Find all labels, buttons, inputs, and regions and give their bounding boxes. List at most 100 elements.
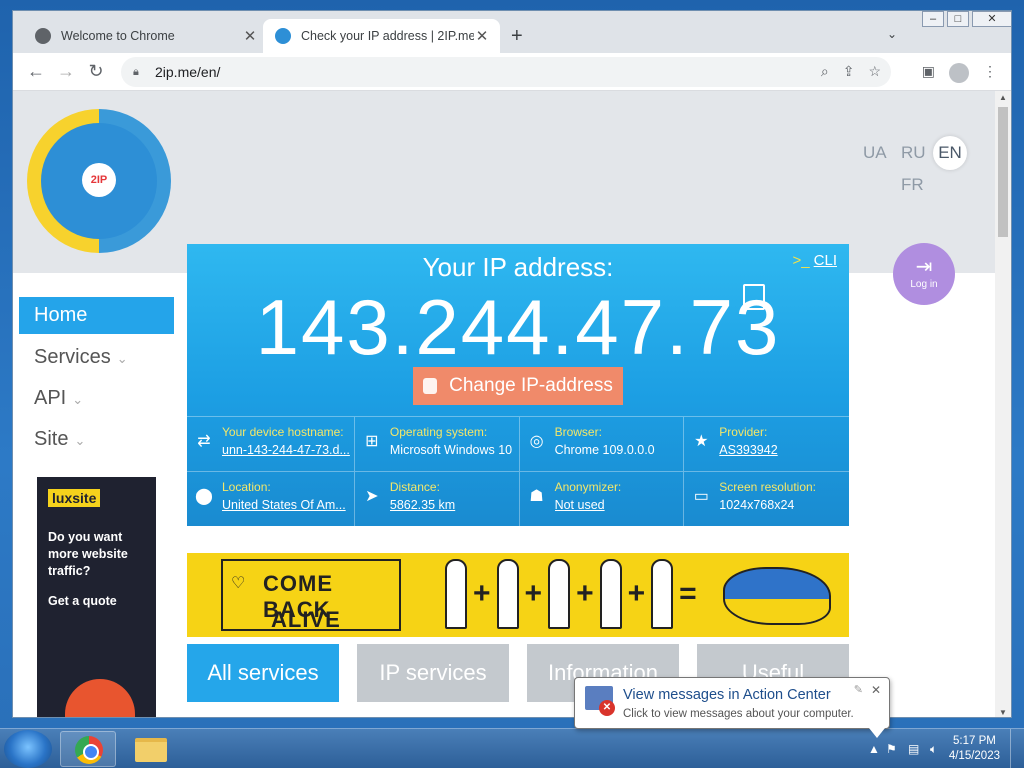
- navigation-arrow-icon: ➤: [365, 488, 379, 505]
- lang-ua[interactable]: UA: [863, 143, 887, 163]
- change-ip-button[interactable]: Change IP-address: [413, 367, 623, 405]
- pin-icon: ✎: [853, 684, 863, 696]
- url-text[interactable]: 2ip.me/en/: [155, 64, 220, 80]
- info-value[interactable]: Not used: [555, 498, 680, 512]
- windows-icon: ⊞: [365, 433, 379, 450]
- bookmark-star-icon[interactable]: ☆: [868, 63, 881, 80]
- ad-banner[interactable]: luxsite Do you want more website traffic…: [37, 477, 156, 717]
- clock[interactable]: 5:17 PM 4/15/2023: [949, 734, 1000, 764]
- info-provider: ★ Provider: AS393942: [684, 416, 849, 471]
- plus-sign: +: [627, 577, 646, 610]
- close-window-button[interactable]: ✕: [972, 11, 1011, 27]
- ad-text: Do you want more website traffic?: [48, 530, 128, 578]
- maximize-button[interactable]: □: [947, 11, 969, 27]
- chevron-down-icon: ⌄: [116, 351, 128, 366]
- equals-sign: =: [679, 577, 697, 610]
- nav-item-site[interactable]: Site ⌄: [19, 420, 174, 461]
- info-value[interactable]: 5862.35 km: [390, 498, 515, 512]
- cli-label: CLI: [813, 252, 837, 269]
- ad-brand: luxsite: [48, 489, 101, 507]
- volume-muted-icon[interactable]: 🔈︎: [930, 742, 937, 757]
- tab-all-services[interactable]: All services: [187, 644, 339, 702]
- info-grid: ⇄ Your device hostname: unn-143-244-47-73.…: [187, 416, 849, 526]
- folder-icon: [135, 738, 167, 762]
- action-center-flag-icon[interactable]: ⚑: [886, 742, 897, 756]
- soldier-icon: [496, 559, 519, 629]
- star-icon: ★: [694, 433, 709, 450]
- info-anonymizer: ☗ Anonymizer: Not used: [519, 471, 685, 526]
- plus-sign: +: [524, 577, 543, 610]
- heart-icon: ♡: [231, 575, 246, 592]
- tab-ip-services[interactable]: IP services: [357, 644, 509, 702]
- info-distance: ➤ Distance: 5862.35 km: [354, 471, 520, 526]
- show-desktop-button[interactable]: [1010, 729, 1024, 768]
- soldier-icon: [651, 559, 674, 629]
- clock-time: 5:17 PM: [953, 735, 996, 747]
- info-value[interactable]: unn-143-244-47-73.d...: [222, 443, 350, 457]
- ip-label: Your IP address:: [422, 252, 614, 282]
- info-key: Your device hostname:: [222, 425, 344, 439]
- balloon-tail: [869, 728, 885, 738]
- tab-welcome[interactable]: Welcome to Chrome ✕: [23, 19, 268, 53]
- login-button[interactable]: ⇥ Log in: [893, 243, 955, 305]
- copy-icon[interactable]: [743, 284, 765, 310]
- tab-title: Check your IP address | 2IP.me: [301, 29, 474, 43]
- change-ip-label: Change IP-address: [449, 375, 613, 396]
- soldier-icon: [445, 559, 467, 629]
- scroll-thumb[interactable]: [998, 107, 1008, 237]
- lang-en[interactable]: EN: [933, 136, 967, 170]
- taskbar-explorer-button[interactable]: [122, 731, 178, 767]
- lang-ru[interactable]: RU: [901, 143, 926, 163]
- balloon-close-button[interactable]: ✕: [871, 683, 881, 697]
- forward-arrow-icon[interactable]: →: [51, 61, 81, 82]
- nav-item-services[interactable]: Services ⌄: [19, 338, 174, 379]
- info-key: Browser:: [554, 425, 602, 439]
- show-hidden-icons-icon[interactable]: ▲: [868, 742, 880, 756]
- nav-item-home[interactable]: Home: [19, 297, 174, 334]
- balloon-title: View messages in Action Center: [623, 687, 831, 703]
- cli-link[interactable]: >_ CLI: [793, 252, 837, 269]
- tab-strip: Welcome to Chrome ✕ Check your IP addres…: [13, 11, 1011, 53]
- login-label: Log in: [910, 279, 938, 290]
- minimize-button[interactable]: –: [922, 11, 944, 27]
- share-icon[interactable]: ⇪: [843, 63, 855, 80]
- network-icon[interactable]: ▤: [908, 742, 919, 756]
- tab-search-button[interactable]: ⌄: [887, 27, 897, 41]
- page-scrollbar[interactable]: ▲ ▼: [995, 91, 1011, 717]
- banner-text-box: ♡ COME BACK ALIVE: [221, 559, 401, 632]
- menu-kebab-icon[interactable]: ⋮: [983, 63, 997, 83]
- profile-avatar-icon[interactable]: [949, 63, 969, 83]
- address-bar[interactable]: 🔒︎ 2ip.me/en/ ⌕ ⇪ ☆: [121, 57, 891, 87]
- start-button[interactable]: [4, 730, 52, 768]
- info-value[interactable]: United States Of Am...: [222, 498, 350, 512]
- come-back-alive-banner[interactable]: ♡ COME BACK ALIVE + + + + =: [187, 553, 849, 637]
- banner-line2: ALIVE: [271, 607, 341, 632]
- login-icon: ⇥: [915, 256, 933, 278]
- zoom-search-icon[interactable]: ⌕: [821, 63, 829, 80]
- site-logo[interactable]: 2IP: [27, 109, 171, 253]
- tab-2ip[interactable]: Check your IP address | 2IP.me ✕: [263, 19, 500, 53]
- side-panel-icon[interactable]: ▣: [922, 63, 935, 83]
- lang-fr[interactable]: FR: [901, 175, 924, 195]
- info-os: ⊞ Operating system: Microsoft Windows 10: [354, 416, 520, 471]
- sidebar-nav: Home Services ⌄ API ⌄ Site ⌄: [19, 297, 174, 461]
- ip-panel: Your IP address: >_ CLI 143.244.47.73 Cha…: [187, 244, 849, 526]
- reload-icon[interactable]: ↻: [81, 61, 111, 82]
- nav-item-api[interactable]: API ⌄: [19, 379, 174, 420]
- chevron-down-icon: ⌄: [74, 433, 86, 448]
- logo-badge: 2IP: [82, 163, 116, 197]
- terminal-icon: >_: [792, 252, 810, 269]
- scroll-down-icon[interactable]: ▼: [995, 708, 1011, 717]
- browser-toolbar: ← → ↻ 🔒︎ 2ip.me/en/ ⌕ ⇪ ☆ ▣ ⋮: [13, 53, 1011, 91]
- lock-icon[interactable]: 🔒︎: [133, 66, 145, 79]
- close-tab-icon[interactable]: ✕: [474, 27, 490, 45]
- info-value[interactable]: AS393942: [719, 443, 845, 457]
- nav-label: Home: [34, 304, 88, 326]
- back-arrow-icon[interactable]: ←: [21, 61, 51, 82]
- new-tab-button[interactable]: +: [511, 25, 523, 48]
- action-center-balloon[interactable]: ✕ View messages in Action Center Click t…: [574, 677, 890, 738]
- ad-cta[interactable]: Get a quote: [48, 594, 145, 608]
- taskbar-chrome-button[interactable]: [60, 731, 116, 767]
- scroll-up-icon[interactable]: ▲: [995, 93, 1011, 102]
- close-tab-icon[interactable]: ✕: [242, 27, 258, 45]
